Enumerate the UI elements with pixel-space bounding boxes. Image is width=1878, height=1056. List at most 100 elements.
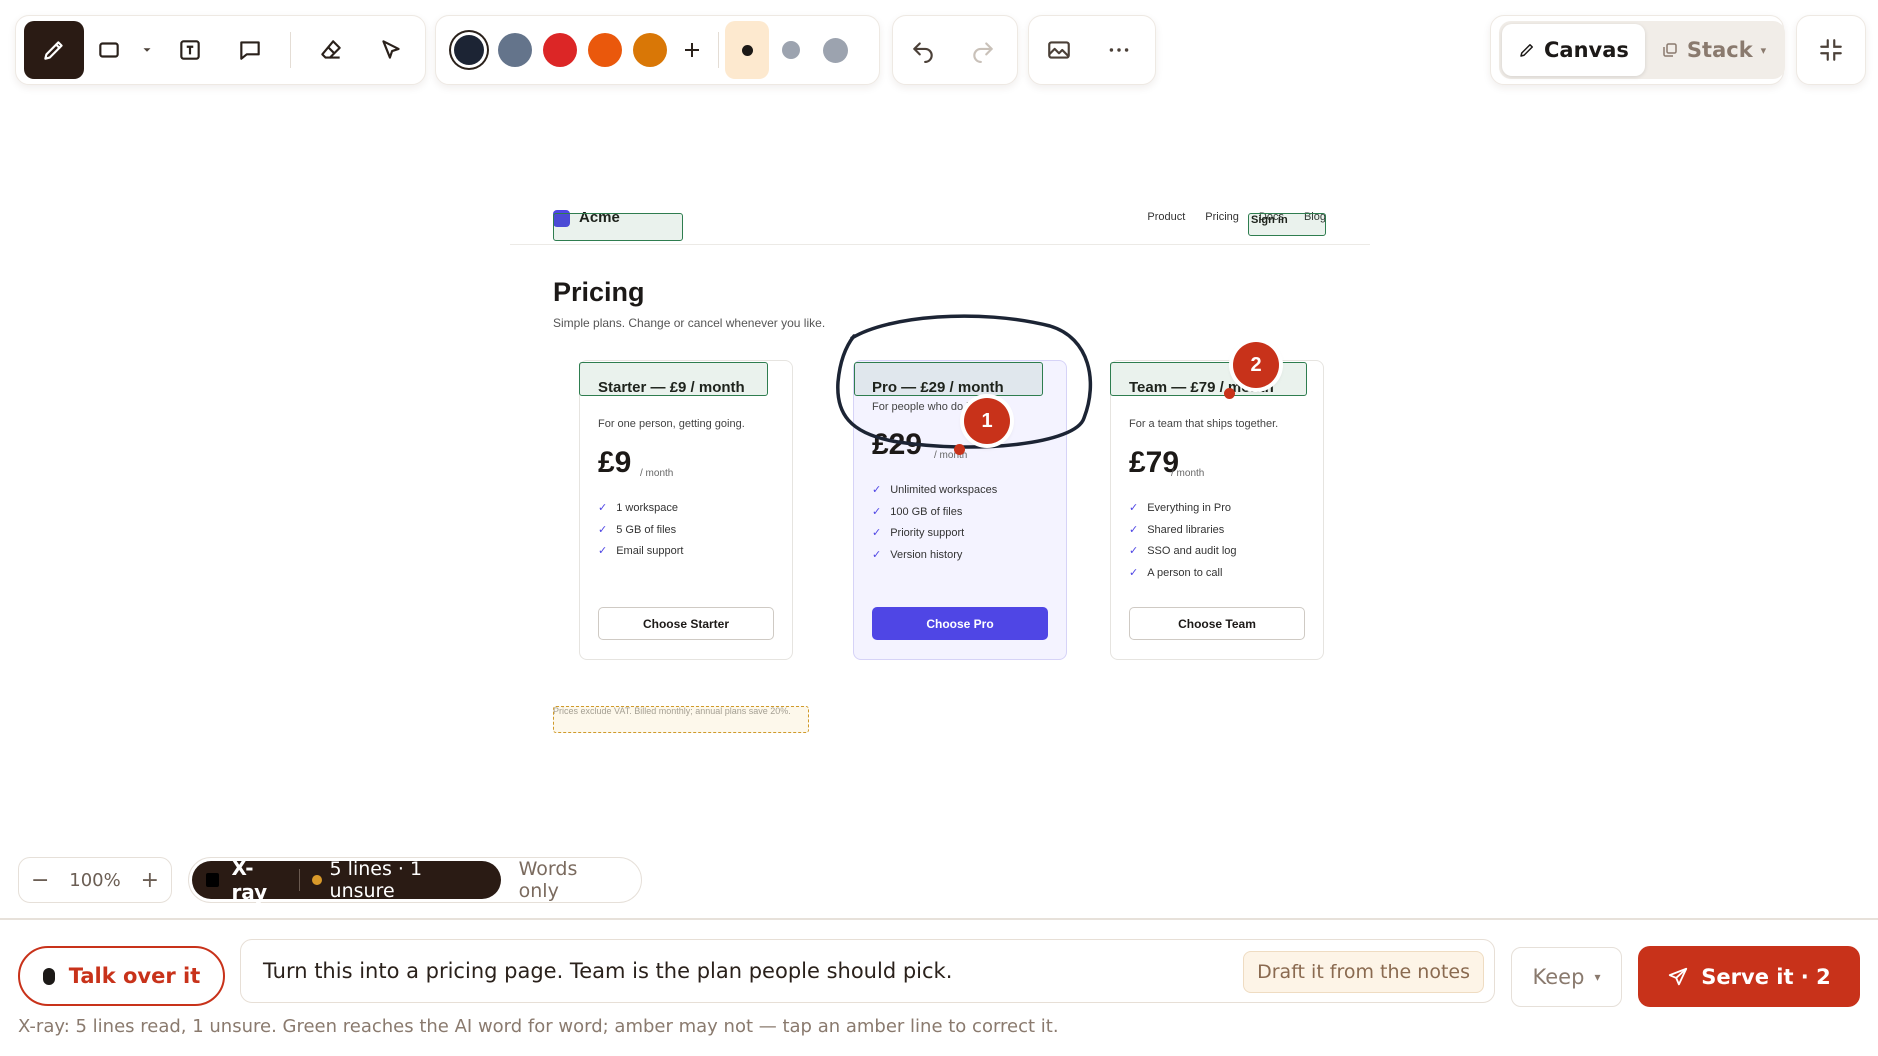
feature-item: ✓ Priority support [872,526,997,548]
feature-item: ✓ SSO and audit log [1129,544,1237,566]
xray-stats: 5 lines · 1 unsure [329,858,423,902]
prompt-text: Turn this into a pricing page. Team is t… [263,959,953,983]
plus-icon [685,43,699,57]
stack-view-label: Stack [1686,38,1753,62]
add-color-button[interactable] [672,30,712,70]
prompt-input[interactable]: Turn this into a pricing page. Team is t… [240,939,1495,1003]
nav-link-product: Product [1147,211,1186,223]
zoom-out-button[interactable]: − [31,868,49,893]
plan-card-team: Team — £79 / month For a team that ships… [1110,360,1324,660]
text-box-icon [180,40,200,60]
stroke-size-medium[interactable] [769,21,813,79]
xray-toggle-group: X-ray 5 lines · 1 unsure Words only [188,856,642,904]
small-dot-icon [741,44,753,56]
redo-icon [973,42,993,63]
color-swatch-red[interactable] [542,33,577,67]
keep-dropdown[interactable]: Keep ▾ [1511,947,1622,1007]
check-icon: ✓ [598,545,608,557]
select-tool-button[interactable] [361,21,421,79]
plan-card-starter: Starter — £9 / month For one person, get… [579,360,793,660]
chevron-down-icon [143,48,151,52]
choose-team-button: Choose Team [1129,607,1305,640]
insert-image-button[interactable] [1029,21,1089,79]
stack-view-button[interactable]: Stack ▾ [1645,24,1782,76]
chevron-down-icon: ▾ [1760,43,1767,57]
annotation-pin-1[interactable]: 1 [964,398,1010,444]
more-options-button[interactable] [1089,21,1149,79]
view-mode-toolbar: Canvas Stack ▾ [1490,15,1786,85]
feature-item: ✓ 100 GB of files [872,505,997,527]
eraser-tool-button[interactable] [301,21,361,79]
undo-button[interactable] [893,21,953,79]
zoom-in-button[interactable]: + [141,868,159,893]
feature-item: ✓ Unlimited workspaces [872,483,997,505]
feature-item: ✓ Shared libraries [1129,523,1237,545]
xray-status-message: X-ray: 5 lines read, 1 unsure. Green rea… [18,1016,1059,1037]
insert-toolbar [1028,15,1156,85]
feature-text: 100 GB of files [890,505,963,518]
serve-button[interactable]: Serve it · 2 [1638,946,1860,1007]
feature-text: A person to call [1147,566,1223,579]
sketch-app: Canvas Stack ▾ Acme Product Pricing Docs… [0,0,1878,1056]
toolbar-divider [290,32,291,68]
pen-tool-button[interactable] [24,21,84,79]
plan-features: ✓ Everything in Pro ✓ Shared libraries ✓ SS… [1129,501,1237,587]
collapse-icon [1820,39,1842,61]
feature-text: Version history [890,548,963,561]
comment-tool-button[interactable] [220,21,280,79]
color-swatch-orange[interactable] [587,33,622,67]
xray-toggle-button[interactable]: X-ray 5 lines · 1 unsure [192,856,501,904]
words-only-button[interactable]: Words only [501,858,638,902]
feature-item: ✓ 5 GB of files [598,523,683,545]
xray-line-logo[interactable] [553,213,683,241]
plan-features: ✓ 1 workspace ✓ 5 GB of files ✓ Email suppo… [598,501,683,566]
check-icon: ✓ [1129,502,1139,514]
color-swatch-amber[interactable] [632,33,667,67]
rectangle-tool-button[interactable] [84,21,134,79]
xray-line-sign-in[interactable] [1248,213,1326,236]
check-icon: ✓ [1129,545,1139,557]
xray-line-footnote-unsure[interactable] [553,706,809,733]
chevron-down-icon: ▾ [1594,970,1601,984]
annotation-anchor-2 [1224,388,1235,399]
check-icon: ✓ [1129,566,1139,579]
shape-dropdown-button[interactable] [134,21,160,79]
feature-item: ✓ 1 workspace [598,501,683,523]
xray-line-starter-title[interactable] [579,362,768,396]
plan-description: For one person, getting going. [598,418,745,430]
canvas-view-label: Canvas [1544,38,1629,62]
talk-over-it-button[interactable]: Talk over it [18,946,225,1006]
fullscreen-toolbar [1796,15,1866,85]
stroke-size-small[interactable] [725,21,769,79]
feature-text: Priority support [890,527,965,539]
check-icon: ✓ [872,505,882,518]
large-dot-icon [822,37,848,63]
plan-period: / month [1171,468,1205,479]
text-tool-button[interactable] [160,21,220,79]
annotation-pin-2[interactable]: 2 [1233,342,1279,388]
color-toolbar [435,15,880,85]
stroke-size-large[interactable] [813,21,857,79]
zoom-control: − 100% + [18,857,172,903]
canvas-view-button[interactable]: Canvas [1502,24,1645,76]
plan-features: ✓ Unlimited workspaces ✓ 100 GB of files ✓… [872,483,997,569]
drawing-tools-toolbar [15,15,426,85]
redo-button[interactable] [953,21,1013,79]
exit-fullscreen-button[interactable] [1801,21,1861,79]
feature-text: SSO and audit log [1147,545,1237,557]
image-icon [1048,41,1070,59]
view-toggle-group: Canvas Stack ▾ [1499,21,1786,79]
check-icon: ✓ [1129,523,1139,536]
color-swatch-slate[interactable] [497,33,532,67]
draft-from-notes-button[interactable]: Draft it from the notes [1243,951,1484,993]
color-swatch-navy[interactable] [454,35,484,65]
check-icon: ✓ [872,484,882,496]
xray-label: X-ray [231,856,268,904]
feature-text: Shared libraries [1147,523,1225,536]
speech-bubble-icon [240,41,260,60]
keep-label: Keep [1532,965,1585,989]
pencil-icon [1520,44,1533,57]
annotation-anchor-1 [954,444,965,455]
feature-text: Everything in Pro [1147,502,1231,514]
xray-square-icon [206,873,220,887]
